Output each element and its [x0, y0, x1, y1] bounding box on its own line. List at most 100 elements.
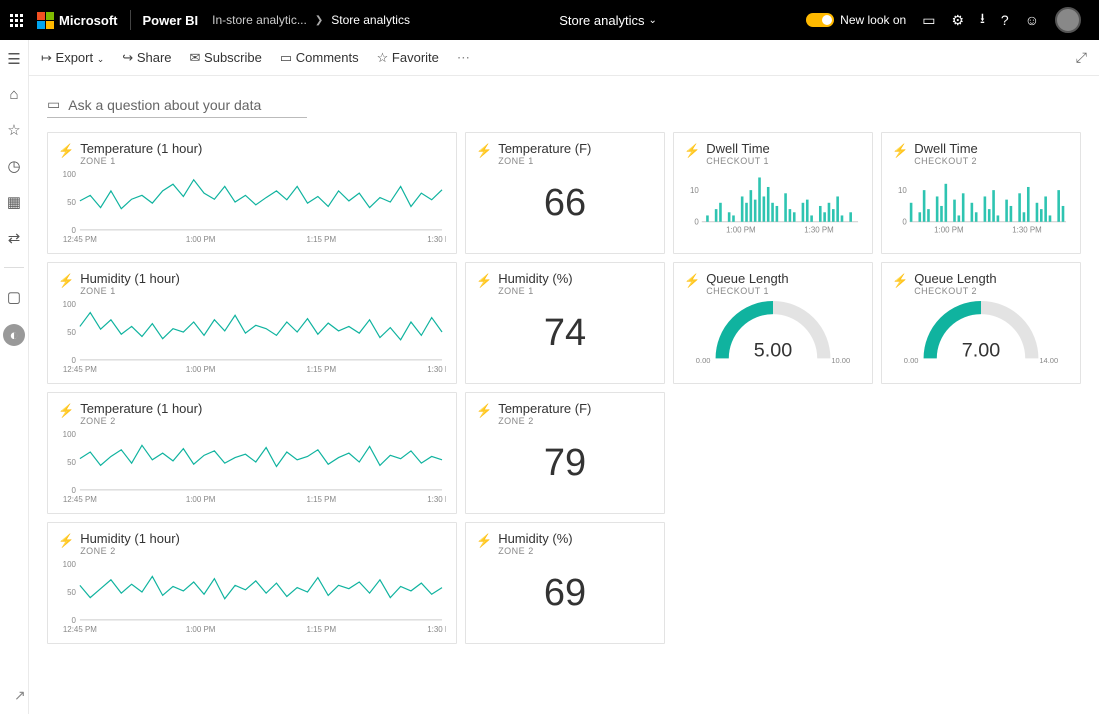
tile-queue-c1[interactable]: ⚡ Queue LengthCHECKOUT 1 5.00 0.00 10.00 — [673, 262, 873, 384]
tile-title: Temperature (F) — [498, 141, 591, 156]
tile-temp-z1[interactable]: ⚡Temperature (1 hour)ZONE 1 05010012:45 … — [47, 132, 457, 254]
bolt-icon: ⚡ — [58, 403, 74, 419]
recent-clock-icon[interactable]: ◷ — [7, 157, 20, 175]
feedback-smile-icon[interactable]: ☺ — [1025, 12, 1039, 28]
tile-temp-z1-f[interactable]: ⚡Temperature (F)ZONE 1 66 — [465, 132, 665, 254]
svg-text:1:30 PM: 1:30 PM — [427, 625, 446, 634]
bolt-icon: ⚡ — [684, 143, 700, 159]
subscribe-button[interactable]: ✉ Subscribe — [190, 50, 262, 66]
tile-title: Temperature (1 hour) — [80, 141, 202, 156]
bolt-icon: ⚡ — [892, 273, 908, 289]
svg-text:5.00: 5.00 — [754, 339, 792, 361]
bolt-icon: ⚡ — [892, 143, 908, 159]
svg-text:0: 0 — [902, 218, 907, 227]
tile-subtitle: ZONE 2 — [498, 416, 591, 426]
svg-text:1:15 PM: 1:15 PM — [307, 365, 337, 374]
svg-text:12:45 PM: 12:45 PM — [63, 365, 97, 374]
chat-icon[interactable]: ▭ — [922, 12, 935, 29]
svg-text:100: 100 — [63, 560, 77, 569]
tile-value: 79 — [476, 430, 654, 493]
app-launcher-icon[interactable] — [10, 14, 23, 27]
tile-temp-z2[interactable]: ⚡Temperature (1 hour)ZONE 2 05010012:45 … — [47, 392, 457, 514]
tile-subtitle: ZONE 1 — [498, 286, 572, 296]
microsoft-logo: Microsoft — [37, 12, 118, 29]
svg-text:12:45 PM: 12:45 PM — [63, 625, 97, 634]
download-icon[interactable]: ⭳ — [980, 8, 985, 32]
bolt-icon: ⚡ — [58, 143, 74, 159]
shared-icon[interactable]: ⇄ — [8, 229, 21, 247]
workspaces-icon[interactable]: ▢ — [7, 288, 21, 306]
tile-queue-c2[interactable]: ⚡Queue LengthCHECKOUT 2 7.000.0014.00 — [881, 262, 1081, 384]
svg-text:50: 50 — [67, 588, 76, 597]
bolt-icon: ⚡ — [476, 533, 492, 549]
svg-text:1:15 PM: 1:15 PM — [307, 625, 337, 634]
tile-subtitle: CHECKOUT 1 — [706, 156, 770, 166]
tile-subtitle: CHECKOUT 2 — [914, 286, 996, 296]
fullscreen-icon[interactable]: ⤢ — [1076, 49, 1087, 66]
tile-title: Temperature (F) — [498, 401, 591, 416]
tile-subtitle: ZONE 1 — [80, 286, 180, 296]
tile-title: Humidity (%) — [498, 531, 572, 546]
tile-title: Queue Length — [706, 271, 788, 286]
svg-text:1:30 PM: 1:30 PM — [427, 495, 446, 504]
breadcrumb-report[interactable]: Store analytics — [331, 13, 410, 27]
comments-button[interactable]: ▭ Comments — [280, 50, 359, 66]
home-icon[interactable]: ⌂ — [9, 86, 18, 103]
bolt-icon: ⚡ — [476, 273, 492, 289]
menu-hamburger-icon[interactable]: ☰ — [7, 50, 20, 68]
tile-hum-z2-p[interactable]: ⚡Humidity (%)ZONE 2 69 — [465, 522, 665, 644]
left-nav-rail: ☰ ⌂ ☆ ◷ ▦ ⇄ ▢ ◐ ↗ — [0, 40, 29, 714]
svg-text:1:30 PM: 1:30 PM — [427, 365, 446, 374]
tile-subtitle: ZONE 2 — [80, 416, 202, 426]
svg-text:1:00 PM: 1:00 PM — [186, 625, 216, 634]
svg-text:50: 50 — [67, 198, 76, 207]
tile-title: Queue Length — [914, 271, 996, 286]
tile-hum-z1[interactable]: ⚡Humidity (1 hour)ZONE 1 05010012:45 PM1… — [47, 262, 457, 384]
favorites-star-icon[interactable]: ☆ — [7, 121, 20, 139]
svg-text:1:00 PM: 1:00 PM — [726, 226, 755, 234]
qna-placeholder: Ask a question about your data — [68, 97, 261, 113]
tile-dwell-c2[interactable]: ⚡Dwell TimeCHECKOUT 2 0101:00 PM1:30 PM — [881, 132, 1081, 254]
tile-hum-z2[interactable]: ⚡Humidity (1 hour)ZONE 2 05010012:45 PM1… — [47, 522, 457, 644]
tile-subtitle: CHECKOUT 2 — [914, 156, 978, 166]
expand-rail-icon[interactable]: ↗ — [14, 687, 26, 704]
svg-text:10: 10 — [690, 186, 699, 195]
new-look-toggle[interactable]: New look on — [806, 13, 906, 27]
apps-grid-icon[interactable]: ▦ — [7, 193, 21, 211]
bolt-icon: ⚡ — [684, 273, 700, 289]
tile-subtitle: CHECKOUT 1 — [706, 286, 788, 296]
svg-text:50: 50 — [67, 328, 76, 337]
svg-text:14.00: 14.00 — [1039, 356, 1058, 364]
tile-subtitle: ZONE 1 — [80, 156, 202, 166]
favorite-button[interactable]: ☆ Favorite — [377, 50, 439, 66]
chevron-right-icon: ❯ — [315, 15, 323, 26]
settings-gear-icon[interactable]: ⚙ — [951, 12, 964, 29]
svg-text:1:00 PM: 1:00 PM — [186, 365, 216, 374]
tile-title: Humidity (1 hour) — [80, 531, 180, 546]
breadcrumb-workspace[interactable]: In-store analytic... — [212, 13, 307, 27]
svg-text:0: 0 — [71, 616, 76, 625]
svg-text:100: 100 — [63, 170, 77, 179]
svg-text:0.00: 0.00 — [696, 356, 711, 364]
svg-text:10.00: 10.00 — [831, 356, 850, 364]
tile-hum-z1-p[interactable]: ⚡Humidity (%)ZONE 1 74 — [465, 262, 665, 384]
tile-dwell-c1[interactable]: ⚡Dwell TimeCHECKOUT 1 0101:00 PM1:30 PM — [673, 132, 873, 254]
avatar[interactable] — [1055, 7, 1081, 33]
tile-temp-z2-f[interactable]: ⚡Temperature (F)ZONE 2 79 — [465, 392, 665, 514]
current-workspace-icon[interactable]: ◐ — [3, 324, 25, 346]
help-icon[interactable]: ? — [1001, 12, 1009, 28]
chevron-down-icon: ⌄ — [648, 15, 656, 26]
tile-value: 69 — [476, 560, 654, 623]
share-button[interactable]: ↪ Share — [122, 50, 171, 66]
export-button[interactable]: ↦ Export ⌄ — [41, 50, 104, 66]
report-title-dropdown[interactable]: Store analytics ⌄ — [418, 13, 798, 28]
tile-title: Dwell Time — [706, 141, 770, 156]
qna-input[interactable]: ▭ Ask a question about your data — [47, 92, 307, 118]
product-name[interactable]: Power BI — [143, 13, 199, 28]
svg-text:100: 100 — [63, 430, 77, 439]
tile-title: Temperature (1 hour) — [80, 401, 202, 416]
more-actions-icon[interactable]: ⋯ — [457, 50, 470, 66]
svg-text:0: 0 — [694, 218, 699, 227]
svg-text:0: 0 — [71, 226, 76, 235]
bolt-icon: ⚡ — [476, 143, 492, 159]
